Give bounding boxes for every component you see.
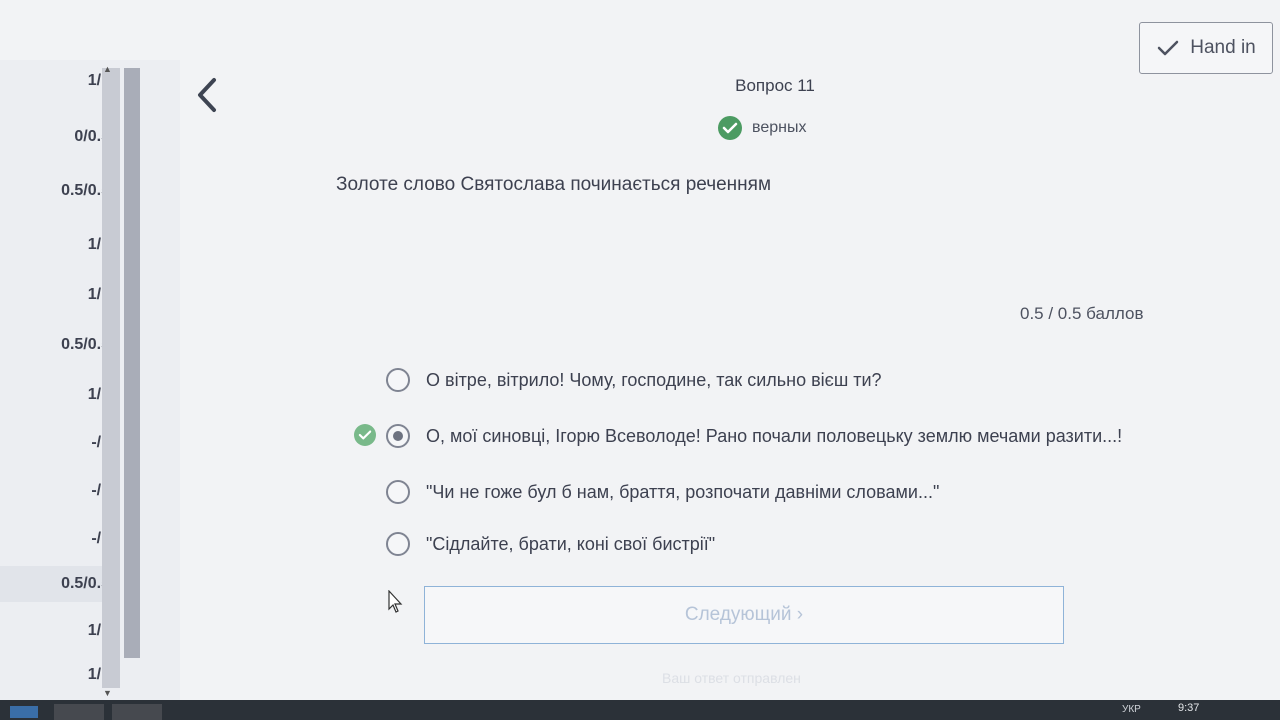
sent-note: Ваш ответ отправлен	[662, 670, 801, 686]
check-circle-icon	[354, 424, 376, 446]
score-sidebar: 1/1 0/0.5 0.5/0.5 1/1 1/1 0.5/0.5 1/1 -/…	[0, 60, 180, 700]
option-label: "Сідлайте, брати, коні свої бистрії"	[426, 533, 716, 554]
score-item[interactable]: 1/1	[0, 286, 110, 304]
sidebar-scrollbar[interactable]	[102, 68, 120, 688]
scroll-down-icon[interactable]: ▼	[103, 688, 112, 698]
quiz-app: 1/1 0/0.5 0.5/0.5 1/1 1/1 0.5/0.5 1/1 -/…	[0, 0, 1280, 720]
option-label: О вітре, вітрило! Чому, господине, так с…	[426, 369, 882, 390]
next-label: Следующий ›	[684, 604, 804, 625]
start-button[interactable]	[10, 706, 38, 718]
hand-in-button[interactable]: Hand in	[1139, 22, 1273, 74]
taskbar: УКР 9:37	[0, 700, 1280, 720]
score-item-current[interactable]: 0.5/0.5	[0, 566, 110, 602]
score-item[interactable]: 1/1	[0, 622, 110, 640]
score-item[interactable]: 1/1	[0, 666, 110, 684]
option-label: "Чи не гоже бул б нам, браття, розпочати…	[426, 481, 940, 502]
score-item[interactable]: 1/1	[0, 236, 110, 254]
check-icon	[1158, 40, 1179, 56]
hand-in-label: Hand in	[1190, 37, 1256, 58]
mouse-cursor-icon	[388, 589, 404, 619]
score-item[interactable]: 0.5/0.5	[0, 336, 110, 354]
answer-option[interactable]: "Сідлайте, брати, коні свої бистрії"	[354, 532, 715, 556]
next-button[interactable]: Следующий ›	[424, 586, 1064, 644]
radio-icon[interactable]	[386, 424, 410, 448]
score-item[interactable]: 0.5/0.5	[0, 182, 110, 200]
score-item[interactable]: 1/1	[0, 72, 110, 90]
score-item[interactable]: -/1	[0, 482, 110, 500]
radio-icon[interactable]	[386, 532, 410, 556]
score-item[interactable]: 1/1	[0, 386, 110, 404]
check-circle-icon	[718, 116, 742, 140]
radio-icon[interactable]	[386, 480, 410, 504]
answer-option[interactable]: "Чи не гоже бул б нам, браття, розпочати…	[354, 480, 939, 504]
question-text: Золоте слово Святослава починається рече…	[336, 174, 772, 195]
language-indicator[interactable]: УКР	[1122, 704, 1141, 715]
score-item[interactable]: 0/0.5	[0, 128, 110, 146]
radio-icon[interactable]	[386, 368, 410, 392]
clock[interactable]: 9:37	[1178, 702, 1199, 714]
chevron-left-icon	[198, 78, 216, 112]
points-label: 0.5 / 0.5 баллов	[1020, 304, 1144, 323]
answer-status: верных	[718, 116, 806, 140]
score-item[interactable]: -/1	[0, 530, 110, 548]
status-text: верных	[752, 119, 807, 136]
back-button[interactable]	[190, 72, 226, 118]
question-title: Вопрос 11	[735, 76, 815, 95]
answer-option[interactable]: О вітре, вітрило! Чому, господине, так с…	[354, 368, 882, 392]
taskbar-app[interactable]	[54, 704, 104, 720]
option-label: О, мої синовці, Ігорю Всеволоде! Рано по…	[426, 425, 1123, 446]
sidebar-scrollbar-thumb[interactable]	[124, 68, 140, 658]
scroll-up-icon[interactable]: ▲	[103, 64, 112, 74]
answer-option-selected[interactable]: О, мої синовці, Ігорю Всеволоде! Рано по…	[354, 424, 1122, 448]
score-item[interactable]: -/1	[0, 434, 110, 452]
taskbar-app[interactable]	[112, 704, 162, 720]
